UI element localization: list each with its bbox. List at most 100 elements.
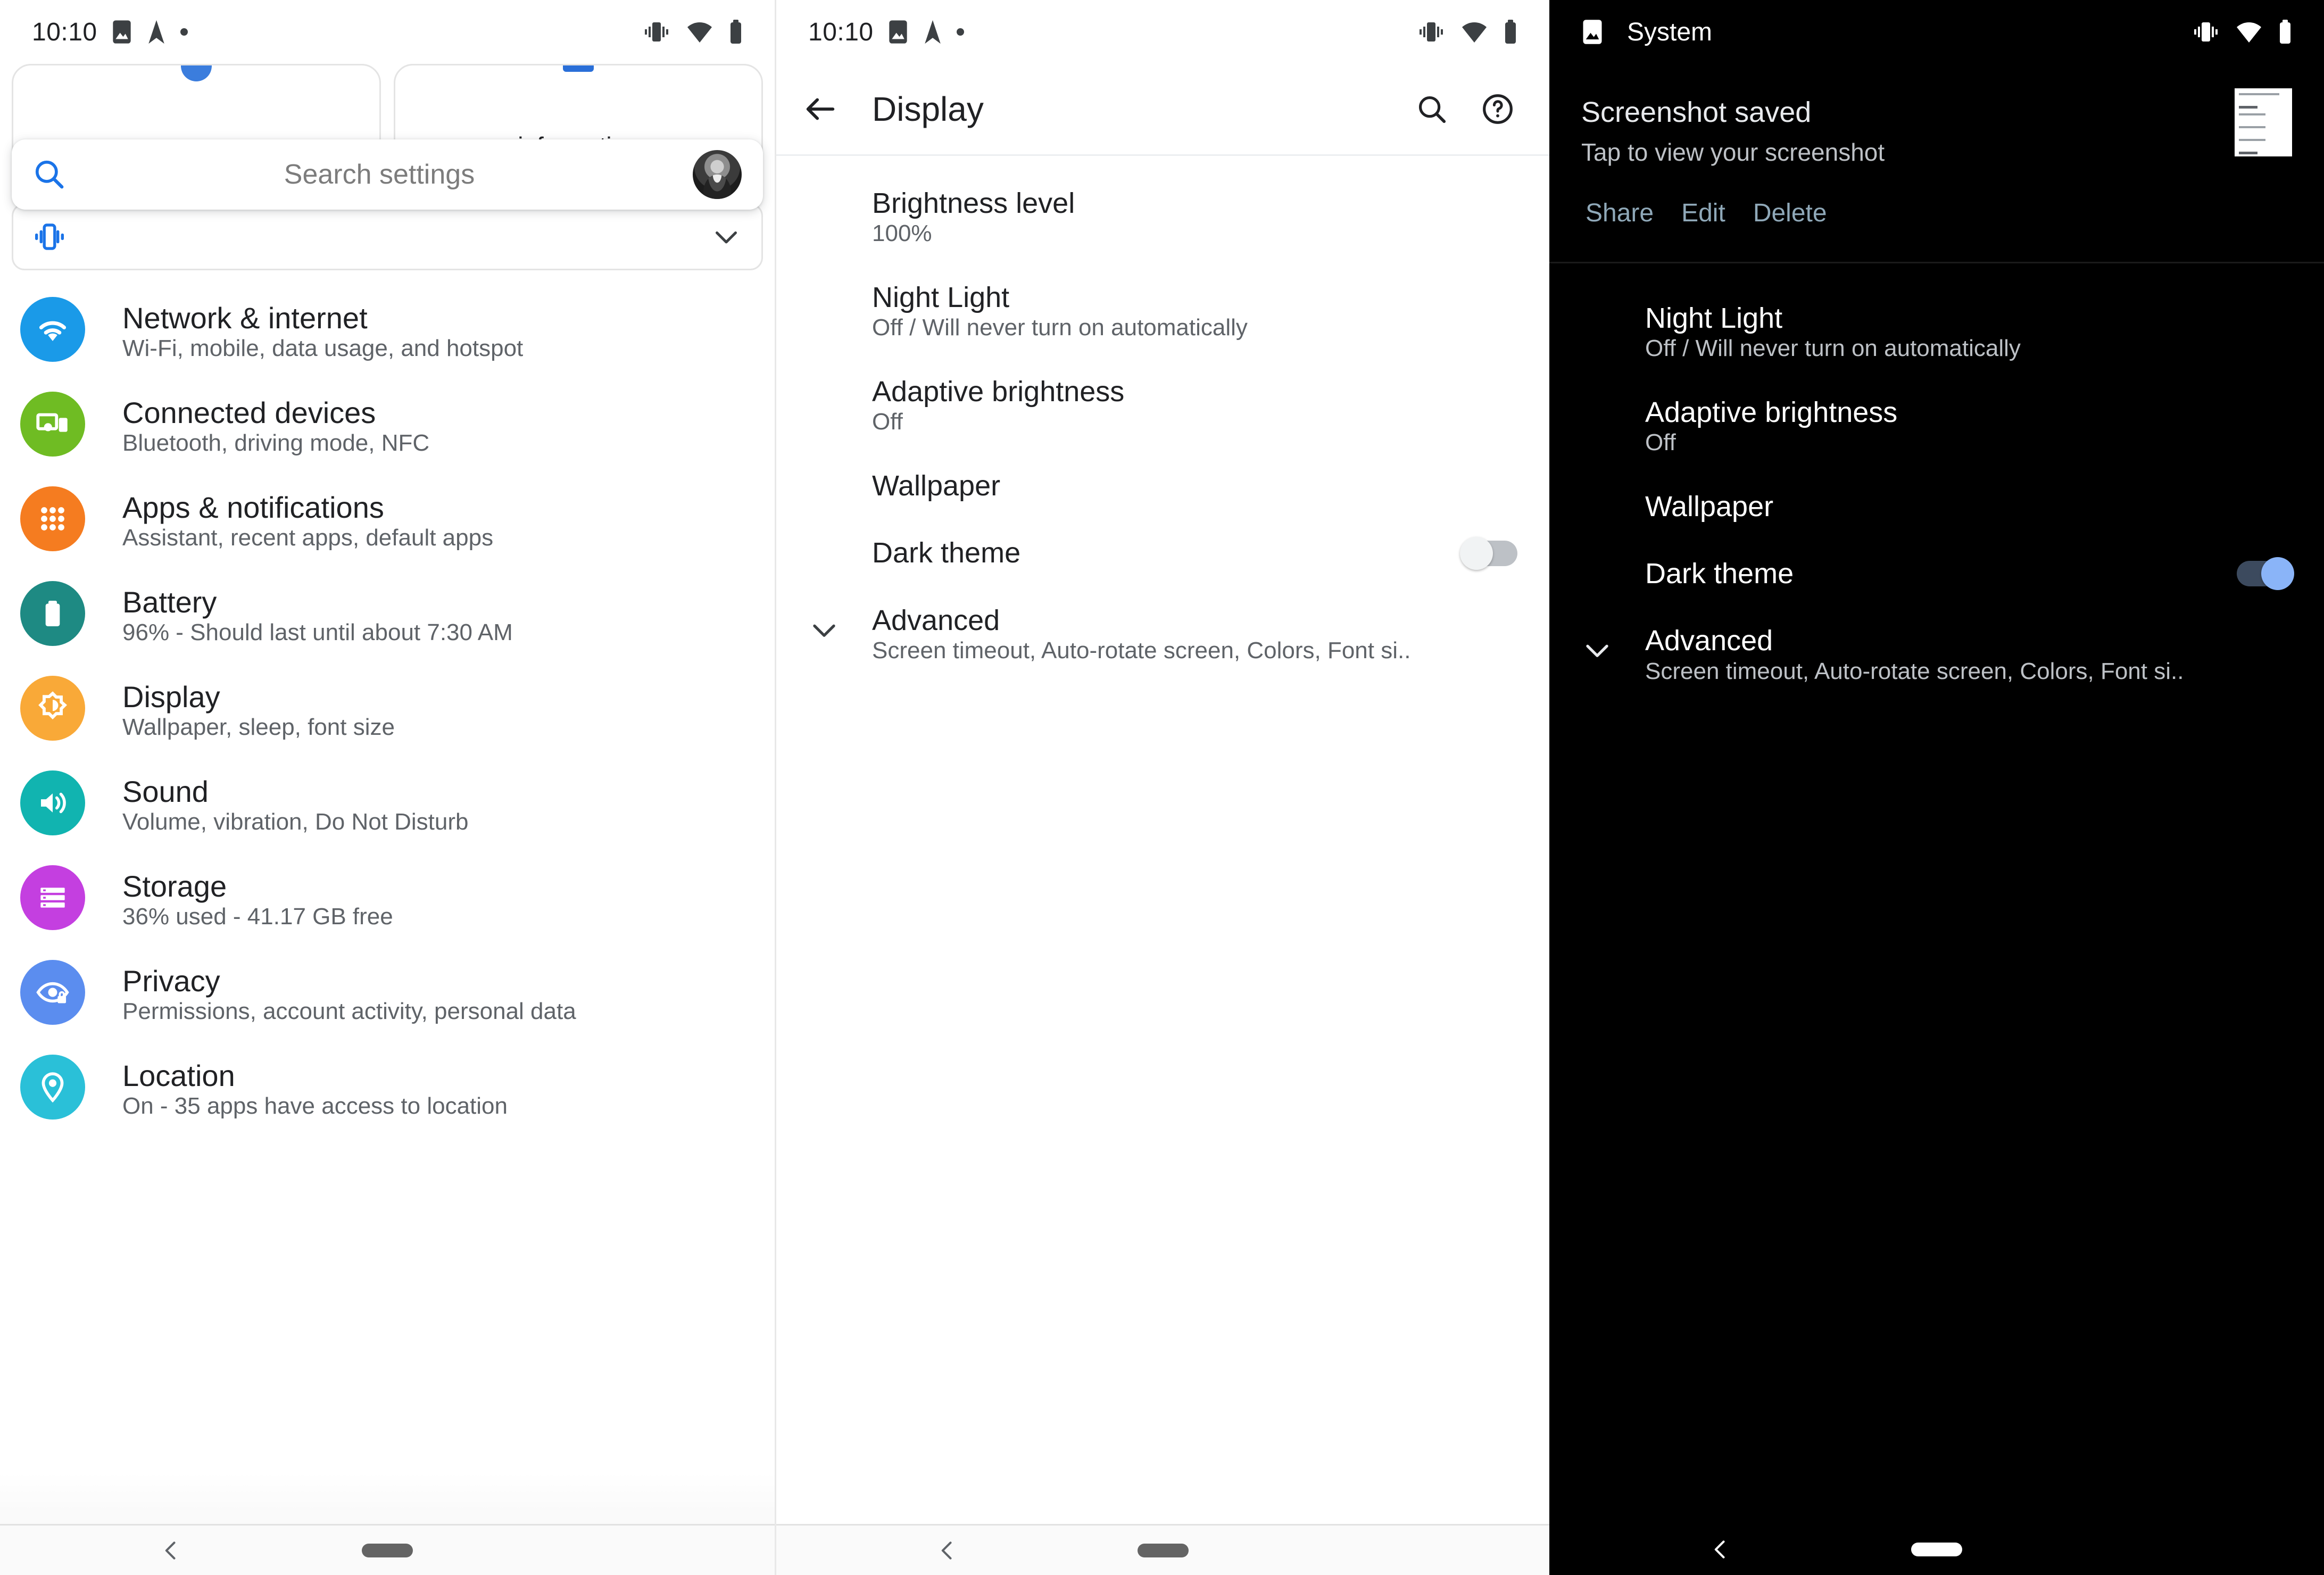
vibrate-icon — [1417, 20, 1445, 44]
home-pill-handle[interactable] — [362, 1544, 413, 1557]
search-input[interactable]: Search settings — [66, 159, 693, 190]
dot-icon — [180, 28, 188, 36]
pref-adaptive-brightness[interactable]: Adaptive brightness Off — [1549, 379, 2324, 473]
pref-subtitle: Screen timeout, Auto-rotate screen, Colo… — [1645, 658, 2184, 684]
status-bar: System — [1549, 0, 2324, 64]
status-bar: 10:10 — [0, 0, 775, 64]
back-chevron-icon[interactable] — [936, 1539, 959, 1562]
pref-title: Dark theme — [1645, 558, 1794, 590]
chevron-down-icon[interactable] — [776, 604, 872, 646]
item-subtitle: Wi-Fi, mobile, data usage, and hotspot — [122, 335, 523, 361]
brightness-icon — [20, 676, 85, 741]
panel-settings-home: 10:10 — [0, 0, 775, 1575]
home-pill-handle[interactable] — [1911, 1543, 1962, 1556]
three-panel-comparison: 10:10 — [0, 0, 2324, 1575]
status-clock: 10:10 — [808, 18, 874, 47]
pref-title: Dark theme — [872, 537, 1020, 569]
privacy-eye-icon — [20, 960, 85, 1025]
search-icon[interactable] — [33, 158, 66, 191]
pref-title: Night Light — [1645, 302, 1782, 334]
search-icon[interactable] — [1415, 93, 1448, 126]
shield-icon — [181, 64, 212, 81]
avatar[interactable] — [693, 150, 742, 199]
pref-subtitle: Off — [1645, 429, 1676, 455]
chevron-down-icon[interactable] — [1549, 624, 1645, 667]
item-subtitle: Assistant, recent apps, default apps — [122, 525, 493, 551]
delete-button[interactable]: Delete — [1739, 190, 1841, 236]
pref-advanced[interactable]: Advanced Screen timeout, Auto-rotate scr… — [776, 587, 1549, 681]
screenshot-notification[interactable]: Screenshot saved Tap to view your screen… — [1549, 64, 2324, 167]
dark-theme-toggle[interactable] — [2237, 561, 2292, 586]
notification-actions: Share Edit Delete — [1549, 167, 2324, 236]
screenshot-icon — [1581, 19, 1604, 45]
connected-devices-icon — [20, 392, 85, 457]
screenshot-icon — [111, 19, 132, 45]
battery-icon — [2278, 20, 2292, 44]
home-pill-handle[interactable] — [1138, 1544, 1189, 1557]
expander-slot — [776, 375, 872, 385]
edit-button[interactable]: Edit — [1667, 190, 1739, 236]
sidebar-item-network[interactable]: Network & internet Wi-Fi, mobile, data u… — [0, 282, 775, 377]
sidebar-item-connected-devices[interactable]: Connected devices Bluetooth, driving mod… — [0, 377, 775, 471]
item-title: Display — [122, 680, 220, 714]
pref-wallpaper[interactable]: Wallpaper — [776, 452, 1549, 519]
item-subtitle: 96% - Should last until about 7:30 AM — [122, 619, 513, 645]
item-subtitle: On - 35 apps have access to location — [122, 1093, 508, 1119]
wifi-icon — [20, 297, 85, 362]
sidebar-item-battery[interactable]: Battery 96% - Should last until about 7:… — [0, 566, 775, 661]
notification-app-label: System — [1627, 18, 1712, 47]
item-title: Location — [122, 1059, 235, 1092]
screenshot-thumbnail[interactable] — [2235, 88, 2292, 156]
help-circle-icon[interactable] — [1480, 92, 1515, 127]
pref-title: Wallpaper — [872, 470, 1000, 502]
item-subtitle: 36% used - 41.17 GB free — [122, 903, 393, 930]
item-title: Storage — [122, 869, 227, 903]
pref-night-light[interactable]: Night Light Off / Will never turn on aut… — [1549, 285, 2324, 379]
item-title: Apps & notifications — [122, 491, 384, 524]
sidebar-item-apps[interactable]: Apps & notifications Assistant, recent a… — [0, 471, 775, 566]
app-bar: Display — [776, 64, 1549, 154]
pref-dark-theme[interactable]: Dark theme — [776, 519, 1549, 586]
sidebar-item-location[interactable]: Location On - 35 apps have access to loc… — [0, 1040, 775, 1134]
sidebar-item-storage[interactable]: Storage 36% used - 41.17 GB free — [0, 850, 775, 945]
expander-slot — [776, 187, 872, 196]
status-bar: 10:10 — [776, 0, 1549, 64]
sidebar-item-display[interactable]: Display Wallpaper, sleep, font size — [0, 661, 775, 756]
panel-display-light: 10:10 — [775, 0, 1549, 1575]
sidebar-item-sound[interactable]: Sound Volume, vibration, Do Not Disturb — [0, 756, 775, 850]
navigation-icon — [146, 19, 167, 45]
expander-slot — [1549, 302, 1645, 311]
screenshot-icon — [887, 19, 909, 45]
pref-dark-theme[interactable]: Dark theme — [1549, 540, 2324, 607]
search-bar[interactable]: Search settings — [12, 139, 763, 210]
vibration-mode-card[interactable] — [12, 203, 763, 270]
item-subtitle: Wallpaper, sleep, font size — [122, 714, 395, 740]
chevron-down-icon[interactable] — [710, 221, 742, 253]
apps-grid-icon — [20, 486, 85, 551]
pref-wallpaper[interactable]: Wallpaper — [1549, 473, 2324, 540]
pref-title: Brightness level — [872, 187, 1075, 219]
pref-night-light[interactable]: Night Light Off / Will never turn on aut… — [776, 264, 1549, 358]
sidebar-item-privacy[interactable]: Privacy Permissions, account activity, p… — [0, 945, 775, 1040]
back-arrow-icon[interactable] — [802, 90, 839, 128]
briefcase-icon — [563, 64, 594, 81]
navigation-icon — [923, 19, 943, 45]
item-title: Privacy — [122, 964, 220, 998]
volume-icon — [20, 770, 85, 835]
pref-subtitle: 100% — [872, 220, 932, 246]
vibrate-icon — [32, 222, 67, 251]
item-title: Network & internet — [122, 301, 368, 335]
dark-theme-toggle[interactable] — [1462, 541, 1517, 566]
display-preference-list-dark: Night Light Off / Will never turn on aut… — [1549, 263, 2324, 702]
back-chevron-icon[interactable] — [160, 1539, 183, 1562]
display-preference-list: Brightness level 100% Night Light Off / … — [776, 156, 1549, 681]
pref-title: Advanced — [1645, 625, 1773, 657]
share-button[interactable]: Share — [1572, 190, 1667, 236]
back-chevron-icon[interactable] — [1709, 1538, 1732, 1561]
battery-icon — [1504, 20, 1517, 44]
pref-adaptive-brightness[interactable]: Adaptive brightness Off — [776, 358, 1549, 452]
page-title: Display — [872, 89, 984, 129]
item-title: Connected devices — [122, 396, 376, 429]
pref-advanced[interactable]: Advanced Screen timeout, Auto-rotate scr… — [1549, 607, 2324, 701]
pref-brightness-level[interactable]: Brightness level 100% — [776, 170, 1549, 264]
